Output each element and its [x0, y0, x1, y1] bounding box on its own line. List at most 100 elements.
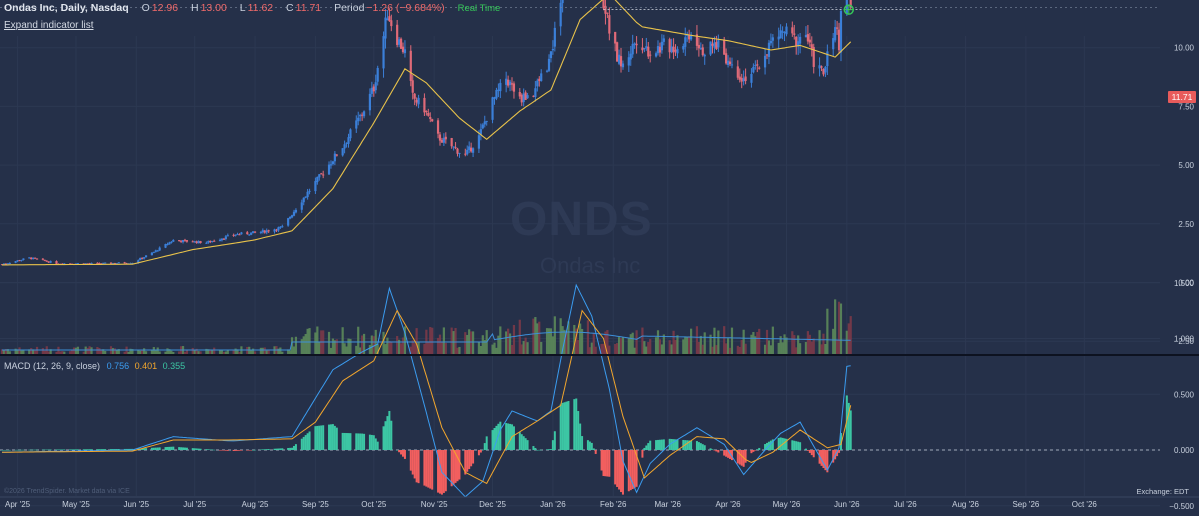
candle-body-up [384, 17, 387, 39]
low-value: 11.62 [247, 2, 274, 14]
candle-body-down [532, 95, 535, 97]
macd-histogram-bar-positive [291, 447, 294, 450]
candle-body-up [306, 191, 309, 198]
volume-bar [507, 328, 510, 354]
volume-bar [526, 342, 529, 354]
candle-body-up [468, 146, 471, 151]
time-tick-label: May '26 [773, 500, 801, 509]
candle-body-up [442, 137, 445, 143]
volume-bar [522, 341, 525, 354]
volume-bar [458, 346, 461, 354]
volume-bar [343, 343, 346, 354]
volume-bar [686, 337, 689, 354]
macd-histogram-bar-negative [450, 450, 453, 487]
volume-bar [265, 350, 268, 354]
volume-bar [481, 335, 484, 354]
macd-histogram-bar-positive [546, 449, 549, 450]
macd-histogram-bar-positive [178, 447, 181, 450]
macd-histogram-bar-positive [292, 445, 295, 450]
symbol-title[interactable]: Ondas Inc, Daily, Nasdaq [4, 2, 129, 14]
volume-bar [812, 338, 815, 354]
volume-bar [213, 347, 216, 354]
candle-body-down [736, 66, 739, 78]
volume-bar [170, 350, 173, 354]
macd-histogram-bar-negative [806, 450, 809, 451]
macd-histogram-bar-positive [168, 446, 171, 450]
macd-histogram-bar-negative [224, 450, 227, 451]
macd-histogram-bar-negative [431, 450, 434, 490]
candle-body-up [645, 46, 648, 48]
candle-body-down [616, 42, 619, 62]
candle-body-down [123, 262, 126, 264]
volume-bar [279, 347, 282, 354]
macd-histogram-bar-positive [59, 449, 62, 451]
macd-histogram-bar-positive [45, 449, 48, 451]
macd-histogram-bar-positive [658, 439, 661, 450]
macd-histogram-bar-positive [695, 441, 698, 450]
macd-value: 0.756 [106, 361, 130, 371]
macd-histogram-bar-negative [752, 450, 755, 452]
volume-bar [616, 343, 619, 354]
macd-histogram-bar-positive [259, 449, 262, 450]
volume-bar [396, 336, 399, 354]
macd-histogram-bar-positive [308, 431, 311, 450]
candle-body-up [345, 142, 348, 144]
volume-bar [267, 349, 270, 354]
candle-body-down [436, 120, 440, 134]
expand-indicator-list-link[interactable]: Expand indicator list [4, 20, 94, 31]
volume-bar [808, 334, 811, 354]
price-tick-label: 5.00 [1178, 161, 1194, 170]
volume-bar [695, 326, 699, 354]
candle-body-down [372, 86, 375, 92]
macd-histogram-bar-positive [265, 449, 268, 450]
volume-bar [493, 342, 496, 354]
open-label: O [141, 2, 150, 14]
macd-histogram-bar-negative [725, 450, 728, 457]
macd-histogram-bar-positive [193, 448, 196, 450]
period-label: Period [334, 2, 365, 14]
candle-body-up [104, 262, 107, 264]
price-tick-label: 2.50 [1178, 220, 1194, 229]
macd-histogram-bar-positive [207, 449, 210, 450]
candle-body-up [785, 26, 788, 35]
candle-body-down [715, 42, 718, 49]
macd-histogram-bar-negative [812, 450, 815, 458]
volume-bar [742, 329, 745, 354]
macd-tick-label: 1.000 [1174, 335, 1195, 344]
candle-body-up [211, 241, 214, 243]
volume-bar [538, 321, 541, 354]
candle-body-up [170, 241, 173, 243]
candle-body-up [670, 46, 673, 52]
macd-histogram-bar-positive [382, 426, 385, 450]
exchange-timezone[interactable]: Exchange: EDT [1136, 487, 1189, 496]
candle-body-up [156, 250, 159, 252]
time-tick-label: Mar '26 [655, 500, 682, 509]
macd-histogram-bar-positive [47, 449, 50, 451]
close-label: C [286, 2, 294, 14]
candle-body-up [143, 257, 146, 259]
macd-legend[interactable]: MACD (12, 26, 9, close) 0.756 0.401 0.35… [4, 361, 185, 371]
macd-histogram-bar-positive [549, 449, 552, 450]
macd-histogram-bar-negative [470, 450, 473, 467]
macd-histogram-bar-negative [810, 450, 813, 456]
volume-bar [592, 333, 595, 354]
macd-histogram-bar-negative [425, 450, 428, 487]
candle-body-up [287, 218, 290, 226]
candle-body-up [32, 257, 35, 260]
macd-histogram-bar-positive [267, 449, 270, 450]
volume-bar [512, 324, 516, 354]
candle-body-up [265, 230, 268, 233]
macd-histogram-bar-positive [349, 433, 352, 450]
macd-histogram-bar-positive [711, 449, 714, 450]
volume-bar [442, 327, 445, 354]
candle-body-down [701, 47, 704, 56]
macd-histogram-bar-positive [567, 400, 570, 450]
candle-body-down [185, 240, 189, 242]
volume-bar [158, 351, 161, 354]
time-tick-label: Jun '26 [834, 500, 860, 509]
macd-tick-label: −0.500 [1169, 502, 1194, 511]
candle-body-down [744, 76, 747, 82]
macd-histogram-bar-negative [401, 450, 404, 457]
candle-body-down [795, 36, 798, 47]
symbol-header: Ondas Inc, Daily, Nasdaq O 12.96 H 13.00 L… [4, 2, 500, 14]
